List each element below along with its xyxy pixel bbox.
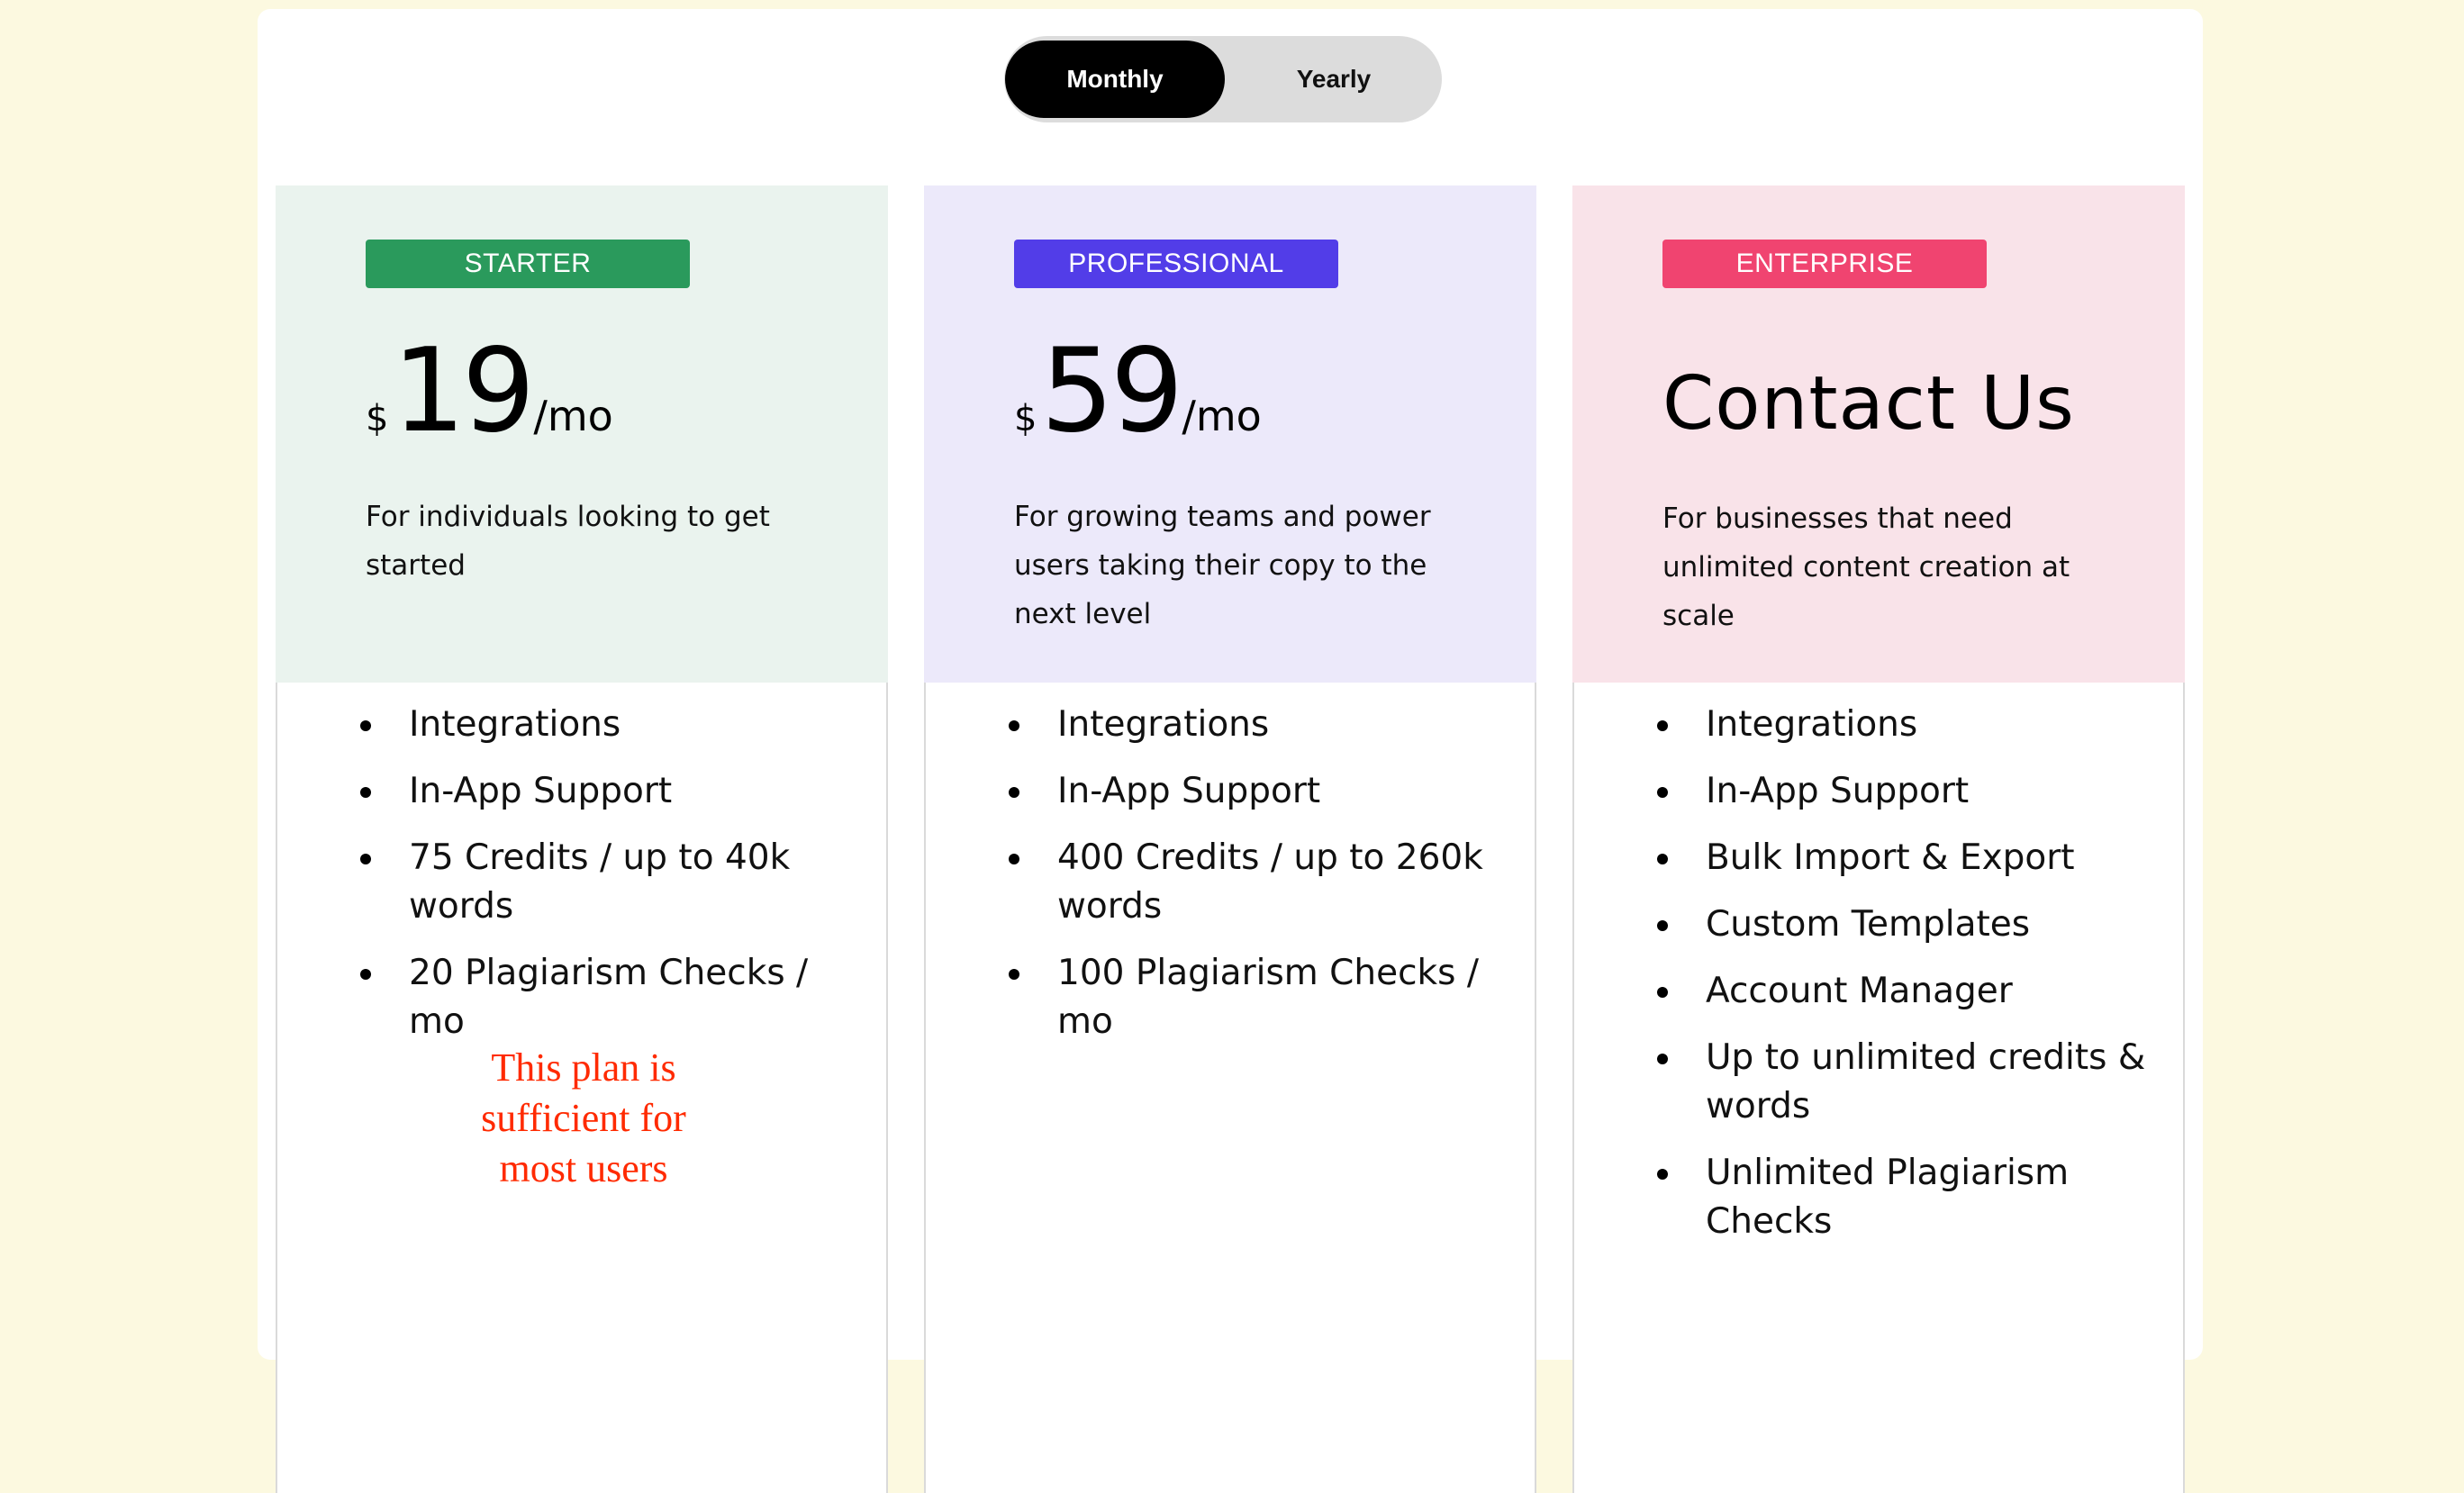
- feature-item: In-App Support: [1657, 767, 2147, 816]
- feature-item: Account Manager: [1657, 967, 2147, 1016]
- feature-list: Integrations In-App Support 75 Credits /…: [277, 701, 850, 1064]
- plan-card-professional: PROFESSIONAL $59/mo For growing teams an…: [924, 185, 1536, 1493]
- price-currency: $: [366, 398, 389, 439]
- price-period: /mo: [533, 392, 613, 440]
- price-currency: $: [1014, 398, 1037, 439]
- pricing-panel: Monthly Yearly STARTER $19/mo For indivi…: [258, 9, 2203, 1493]
- feature-item: Custom Templates: [1657, 900, 2147, 949]
- plan-price: $59/mo: [1014, 334, 1262, 460]
- plan-description: For growing teams and power users taking…: [1014, 501, 1431, 630]
- feature-item: Integrations: [360, 701, 850, 749]
- plan-badge: PROFESSIONAL: [1014, 240, 1338, 288]
- bullet-icon: [1657, 787, 1668, 798]
- monthly-toggle-button[interactable]: Monthly: [1005, 41, 1225, 118]
- feature-list: Integrations In-App Support Bulk Import …: [1574, 701, 2147, 1264]
- feature-item: Integrations: [1009, 701, 1499, 749]
- bullet-icon: [360, 854, 371, 864]
- plan-card-header: ENTERPRISE Contact Us For businesses tha…: [1572, 185, 2185, 683]
- feature-item: In-App Support: [360, 767, 850, 816]
- feature-item: Unlimited Plagiarism Checks: [1657, 1149, 2147, 1246]
- price-amount: 19: [392, 324, 535, 458]
- billing-period-toggle[interactable]: Monthly Yearly: [1004, 36, 1442, 122]
- price-amount: 59: [1040, 324, 1183, 458]
- bullet-icon: [1009, 787, 1019, 798]
- bullet-icon: [1009, 720, 1019, 731]
- contact-us-heading: Contact Us: [1662, 361, 2075, 447]
- feature-item: 100 Plagiarism Checks / mo: [1009, 949, 1499, 1046]
- feature-item: 400 Credits / up to 260k words: [1009, 834, 1499, 931]
- plan-card-header: PROFESSIONAL $59/mo For growing teams an…: [924, 185, 1536, 683]
- bullet-icon: [360, 720, 371, 731]
- bullet-icon: [1657, 987, 1668, 998]
- feature-item: Integrations: [1657, 701, 2147, 749]
- bullet-icon: [1657, 1054, 1668, 1064]
- bullet-icon: [1657, 720, 1668, 731]
- feature-list: Integrations In-App Support 400 Credits …: [926, 701, 1499, 1064]
- plan-card-body: Integrations In-App Support 75 Credits /…: [276, 683, 888, 1493]
- feature-item: Bulk Import & Export: [1657, 834, 2147, 882]
- feature-item: In-App Support: [1009, 767, 1499, 816]
- bullet-icon: [360, 969, 371, 980]
- plan-description: For individuals looking to get started: [366, 501, 770, 582]
- bullet-icon: [1657, 1169, 1668, 1180]
- feature-item: 20 Plagiarism Checks / mo: [360, 949, 850, 1046]
- plan-card-body: Integrations In-App Support 400 Credits …: [924, 683, 1536, 1493]
- bullet-icon: [360, 787, 371, 798]
- plan-card-header: STARTER $19/mo For individuals looking t…: [276, 185, 888, 683]
- bullet-icon: [1657, 854, 1668, 864]
- feature-item: 75 Credits / up to 40k words: [360, 834, 850, 931]
- plan-price: $19/mo: [366, 334, 613, 460]
- plan-badge: STARTER: [366, 240, 690, 288]
- bullet-icon: [1009, 854, 1019, 864]
- bullet-icon: [1009, 969, 1019, 980]
- plan-description: For businesses that need unlimited conte…: [1662, 502, 2070, 632]
- price-period: /mo: [1182, 392, 1262, 440]
- plan-card-body: Integrations In-App Support Bulk Import …: [1572, 683, 2185, 1493]
- plan-badge: ENTERPRISE: [1662, 240, 1987, 288]
- plan-card-enterprise: ENTERPRISE Contact Us For businesses tha…: [1572, 185, 2185, 1493]
- plan-card-starter: STARTER $19/mo For individuals looking t…: [276, 185, 888, 1493]
- bullet-icon: [1657, 920, 1668, 931]
- feature-item: Up to unlimited credits & words: [1657, 1034, 2147, 1131]
- plan-recommendation-note: This plan is sufficient for most users: [481, 1045, 686, 1190]
- yearly-toggle-button[interactable]: Yearly: [1224, 41, 1444, 118]
